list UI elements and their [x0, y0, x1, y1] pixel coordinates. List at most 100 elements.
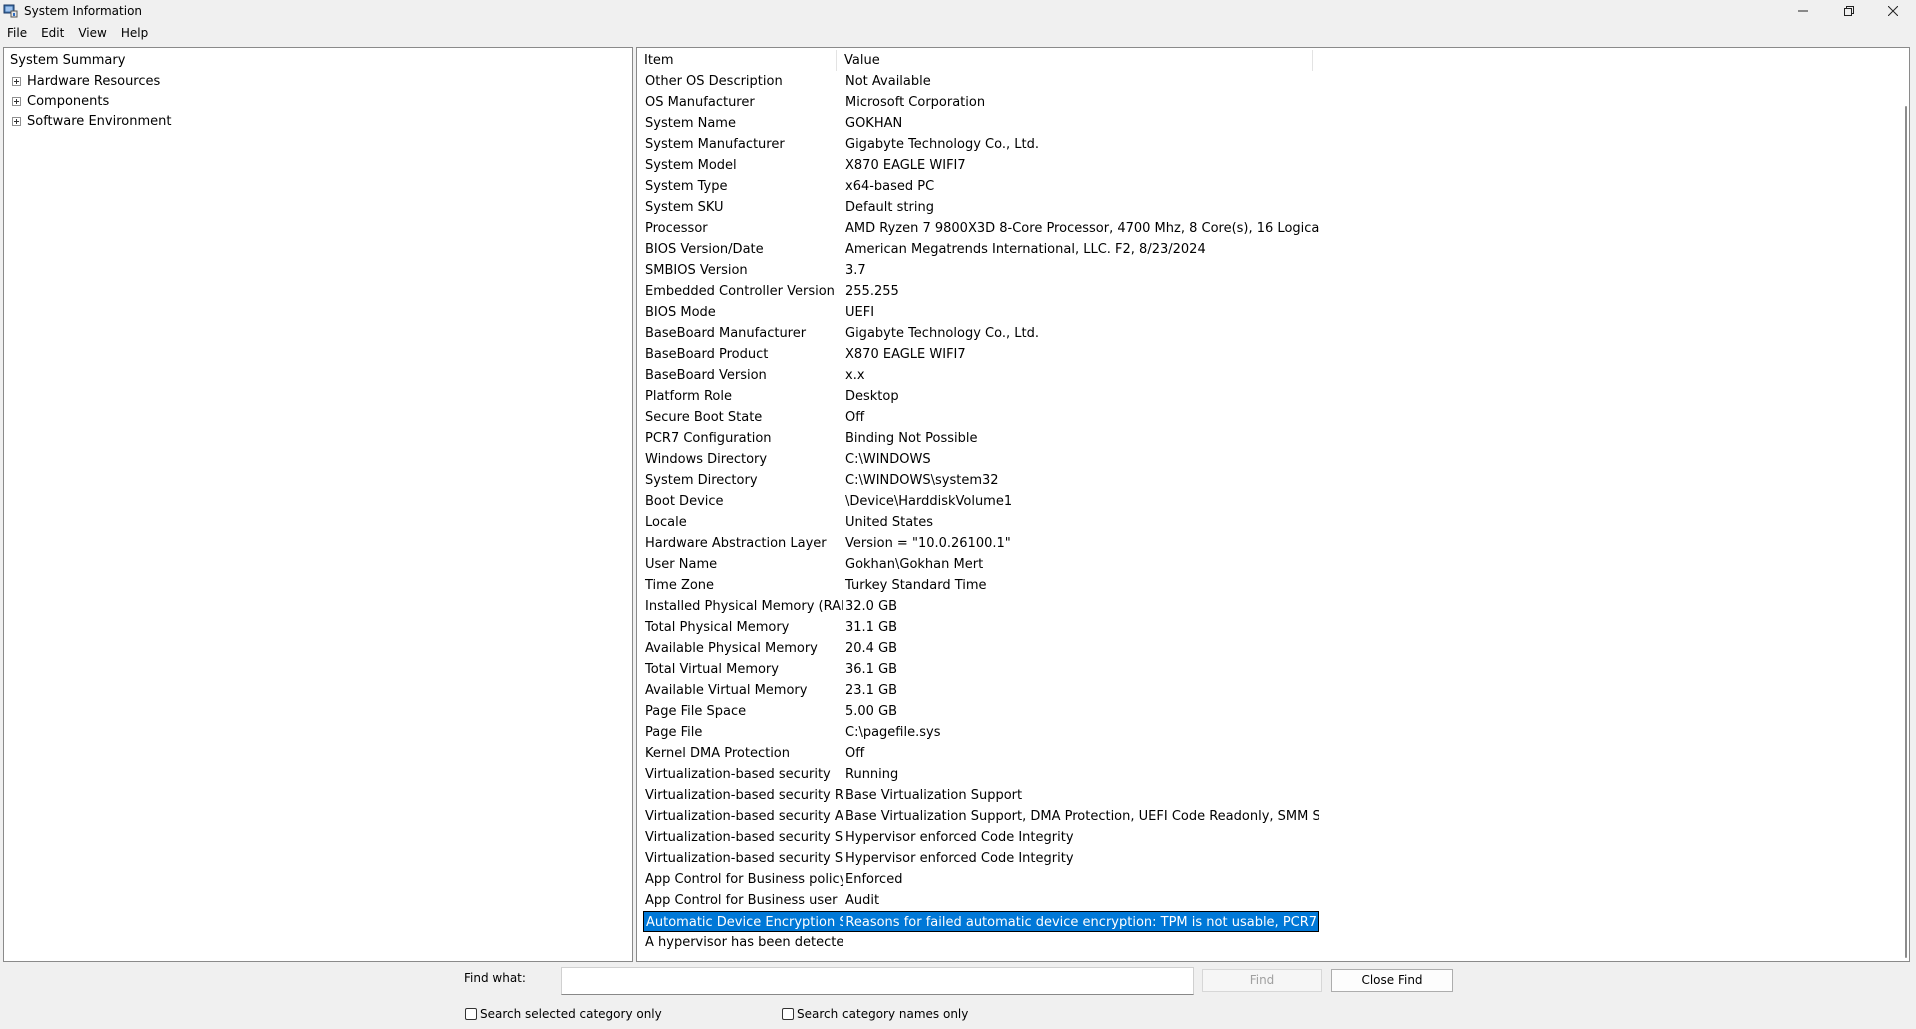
row-value-cell: Not Available — [845, 74, 931, 89]
table-row[interactable]: Windows Directory C:\WINDOWS — [643, 449, 1319, 470]
search-category-names-option[interactable]: Search category names only — [782, 1007, 968, 1021]
row-item-cell: Virtualization-based security Re... — [645, 788, 843, 803]
row-item-cell: Embedded Controller Version — [645, 284, 835, 299]
title-bar: System Information — [0, 0, 1916, 22]
table-row[interactable]: Automatic Device Encryption Su...Reasons… — [643, 911, 1319, 932]
column-header-value[interactable]: Value — [837, 50, 1313, 71]
menu-view[interactable]: View — [71, 22, 113, 44]
table-row[interactable]: Virtualization-based security Running — [643, 764, 1319, 785]
table-row[interactable]: Virtualization-based security Se... Hyper… — [643, 848, 1319, 869]
table-row[interactable]: A hypervisor has been detecte... — [643, 932, 1319, 953]
table-row[interactable]: System Model X870 EAGLE WIFI7 — [643, 155, 1319, 176]
row-value-cell: Gigabyte Technology Co., Ltd. — [845, 137, 1039, 152]
row-item-cell: Virtualization-based security Se... — [645, 830, 843, 845]
row-item-cell: PCR7 Configuration — [645, 431, 772, 446]
restore-button[interactable] — [1826, 0, 1872, 22]
table-row[interactable]: System Directory C:\WINDOWS\system32 — [643, 470, 1319, 491]
row-item-cell: Installed Physical Memory (RAM) — [645, 599, 843, 614]
table-row[interactable]: Platform Role Desktop — [643, 386, 1319, 407]
row-item-cell: Other OS Description — [645, 74, 783, 89]
expand-icon[interactable] — [12, 116, 21, 126]
table-row[interactable]: App Control for Business policy Enforced — [643, 869, 1319, 890]
table-row[interactable]: System SKU Default string — [643, 197, 1319, 218]
table-row[interactable]: System Manufacturer Gigabyte Technology C… — [643, 134, 1319, 155]
close-button[interactable] — [1870, 0, 1916, 22]
row-item-cell: Page File — [645, 725, 703, 740]
table-row[interactable]: Kernel DMA Protection Off — [643, 743, 1319, 764]
row-value-cell: 31.1 GB — [845, 620, 898, 635]
table-row[interactable]: Locale United States — [643, 512, 1319, 533]
table-row[interactable]: App Control for Business user ... Audit — [643, 890, 1319, 911]
tree-item-software-environment[interactable]: Software Environment — [12, 111, 171, 131]
table-row[interactable]: OS Manufacturer Microsoft Corporation — [643, 92, 1319, 113]
table-row[interactable]: System Name GOKHAN — [643, 113, 1319, 134]
table-row[interactable]: Processor AMD Ryzen 7 9800X3D 8-Core Proc… — [643, 218, 1319, 239]
find-button[interactable]: Find — [1202, 969, 1322, 992]
search-category-names-checkbox[interactable] — [782, 1008, 794, 1020]
table-row[interactable]: BaseBoard Manufacturer Gigabyte Technolog… — [643, 323, 1319, 344]
row-value-cell: Gokhan\Gokhan Mert — [845, 557, 984, 572]
row-value-cell: 5.00 GB — [845, 704, 898, 719]
row-item-cell: A hypervisor has been detecte... — [645, 935, 843, 950]
tree-item-components[interactable]: Components — [12, 91, 109, 111]
tree-item-hardware-resources[interactable]: Hardware Resources — [12, 71, 160, 91]
table-row[interactable]: Virtualization-based security Se... Hyper… — [643, 827, 1319, 848]
table-row[interactable]: Time Zone Turkey Standard Time — [643, 575, 1319, 596]
column-header-item[interactable]: Item — [637, 50, 837, 71]
table-row[interactable]: Virtualization-based security Re... Base … — [643, 785, 1319, 806]
row-item-cell: App Control for Business user ... — [645, 893, 843, 908]
table-row[interactable]: BaseBoard Product X870 EAGLE WIFI7 — [643, 344, 1319, 365]
table-row[interactable]: Other OS Description Not Available — [643, 71, 1319, 92]
table-row[interactable]: Installed Physical Memory (RAM) 32.0 GB — [643, 596, 1319, 617]
search-selected-category-checkbox[interactable] — [465, 1008, 477, 1020]
table-row[interactable]: Hardware Abstraction Layer Version = "10.… — [643, 533, 1319, 554]
table-row[interactable]: System Type x64-based PC — [643, 176, 1319, 197]
table-row[interactable]: BaseBoard Version x.x — [643, 365, 1319, 386]
row-value-cell: 23.1 GB — [845, 683, 898, 698]
row-value-cell: Enforced — [845, 872, 903, 887]
close-find-button[interactable]: Close Find — [1331, 969, 1453, 992]
tree-item-system-summary[interactable]: System Summary — [10, 51, 125, 71]
row-item-cell: System Type — [645, 179, 728, 194]
vertical-scrollbar[interactable] — [1905, 106, 1907, 958]
menu-bar: File Edit View Help — [0, 22, 1916, 44]
tree-item-label: Hardware Resources — [27, 73, 161, 89]
row-item-cell: Available Virtual Memory — [645, 683, 808, 698]
find-what-input[interactable] — [561, 967, 1194, 995]
table-row[interactable]: User Name Gokhan\Gokhan Mert — [643, 554, 1319, 575]
search-selected-category-option[interactable]: Search selected category only — [465, 1007, 662, 1021]
table-row[interactable]: Virtualization-based security Av... Base … — [643, 806, 1319, 827]
table-row[interactable]: Embedded Controller Version 255.255 — [643, 281, 1319, 302]
table-row[interactable]: Boot Device \Device\HarddiskVolume1 — [643, 491, 1319, 512]
row-item-cell: BaseBoard Product — [645, 347, 769, 362]
menu-help[interactable]: Help — [114, 22, 155, 44]
row-item-cell: App Control for Business policy — [645, 872, 843, 887]
table-row[interactable]: Available Physical Memory 20.4 GB — [643, 638, 1319, 659]
table-row[interactable]: BIOS Mode UEFI — [643, 302, 1319, 323]
table-row[interactable]: PCR7 Configuration Binding Not Possible — [643, 428, 1319, 449]
table-row[interactable]: SMBIOS Version 3.7 — [643, 260, 1319, 281]
row-item-cell: OS Manufacturer — [645, 95, 755, 110]
row-item-cell: BIOS Version/Date — [645, 242, 764, 257]
table-row[interactable]: Secure Boot State Off — [643, 407, 1319, 428]
row-item-cell: System SKU — [645, 200, 724, 215]
row-value-cell: Hypervisor enforced Code Integrity — [845, 851, 1074, 866]
expand-icon[interactable] — [12, 76, 21, 86]
table-row[interactable]: BIOS Version/Date American Megatrends Int… — [643, 239, 1319, 260]
system-information-icon — [3, 4, 18, 18]
row-value-cell: GOKHAN — [845, 116, 903, 131]
minimize-button[interactable] — [1780, 0, 1826, 22]
row-value-cell: x.x — [845, 368, 865, 383]
row-value-cell: Gigabyte Technology Co., Ltd. — [845, 326, 1039, 341]
minimize-icon — [1798, 10, 1808, 12]
table-row[interactable]: Available Virtual Memory 23.1 GB — [643, 680, 1319, 701]
search-category-names-label: Search category names only — [797, 1007, 969, 1021]
table-row[interactable]: Page File C:\pagefile.sys — [643, 722, 1319, 743]
table-row[interactable]: Page File Space 5.00 GB — [643, 701, 1319, 722]
menu-file[interactable]: File — [0, 22, 34, 44]
table-row[interactable]: Total Physical Memory 31.1 GB — [643, 617, 1319, 638]
row-item-cell: User Name — [645, 557, 718, 572]
table-row[interactable]: Total Virtual Memory 36.1 GB — [643, 659, 1319, 680]
menu-edit[interactable]: Edit — [34, 22, 71, 44]
expand-icon[interactable] — [12, 96, 21, 106]
